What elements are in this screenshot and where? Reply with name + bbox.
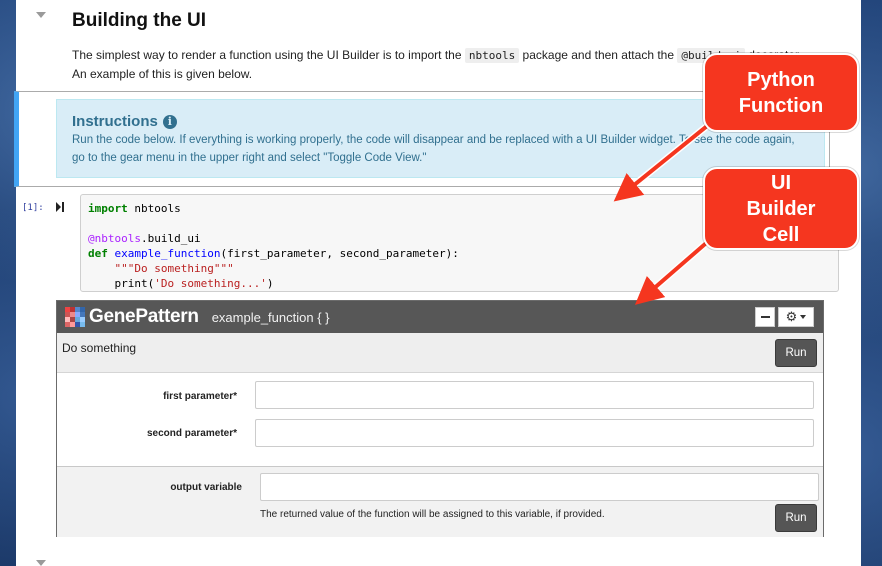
widget-description: Do something (62, 341, 137, 355)
param-label: first parameter* (163, 391, 237, 402)
genepattern-brand: GenePattern (89, 306, 199, 327)
gear-icon: ⚙ (785, 309, 798, 324)
inline-code: nbtools (464, 48, 520, 63)
cell-prompt: [1]: (22, 203, 44, 213)
run-button[interactable]: Run (775, 504, 817, 532)
python-function-callout: Python Function (703, 53, 859, 132)
run-button[interactable]: Run (775, 339, 817, 367)
instructions-body: Run the code below. If everything is wor… (72, 134, 795, 164)
minimize-button[interactable] (755, 307, 775, 327)
ui-builder-cell-callout: UI Builder Cell (703, 167, 859, 250)
second-parameter-input[interactable] (255, 419, 814, 447)
first-parameter-input[interactable] (255, 381, 814, 409)
output-variable-label: output variable (170, 482, 242, 493)
output-section: output variable The returned value of th… (57, 466, 823, 537)
genepattern-logo-icon (65, 307, 85, 327)
output-help-text: The returned value of the function will … (260, 509, 605, 520)
output-variable-input[interactable] (260, 473, 819, 501)
widget-function-name: example_function { } (211, 309, 330, 325)
section-heading: Building the UI (72, 10, 207, 31)
run-cell-icon[interactable] (56, 202, 64, 212)
chevron-down-icon (800, 315, 807, 319)
info-circle-icon: i (162, 114, 177, 129)
collapse-caret-icon[interactable] (36, 12, 46, 18)
instructions-title: Instructions i (72, 113, 809, 130)
widget-header: GenePattern example_function { } ⚙ (57, 301, 823, 333)
minus-icon (760, 316, 770, 318)
ui-builder-widget: GenePattern example_function { } ⚙ Do so… (56, 300, 824, 537)
gear-menu-button[interactable]: ⚙ (778, 307, 814, 327)
widget-description-row: Do something Run (57, 333, 823, 373)
param-label: second parameter* (146, 428, 237, 439)
collapse-caret-icon[interactable] (36, 560, 46, 566)
